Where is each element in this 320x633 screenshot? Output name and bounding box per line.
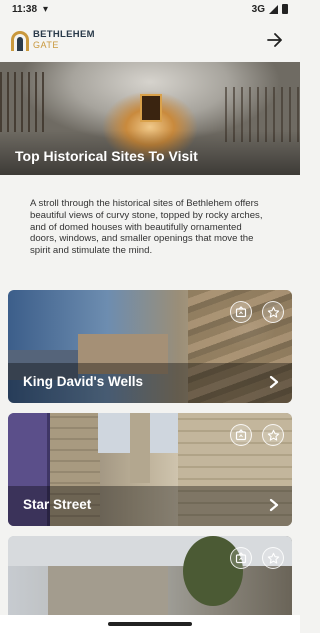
card-title: King David's Wells [23, 374, 143, 389]
site-card-star-street[interactable]: Star Street [8, 413, 292, 526]
microphone-icon: ▾ [43, 3, 49, 15]
battery-icon [282, 4, 288, 14]
logo-arch-icon [10, 29, 30, 51]
gallery-button[interactable] [230, 301, 252, 323]
logo-line1: BETHLEHEM [33, 29, 95, 40]
hero-icon-painting [140, 94, 162, 122]
forward-button[interactable] [264, 29, 286, 51]
hero-banner: Top Historical Sites To Visit [0, 62, 300, 175]
photo-frame-icon [235, 552, 247, 564]
chevron-right-icon [269, 375, 279, 389]
favorite-button[interactable] [262, 424, 284, 446]
app-header: BETHLEHEM GATE [0, 18, 300, 62]
signal-icon [269, 4, 278, 14]
star-icon [267, 552, 279, 564]
home-indicator[interactable] [108, 622, 192, 626]
arrow-right-icon [267, 33, 282, 47]
hero-image-detail [0, 72, 45, 132]
photo-frame-icon [235, 429, 247, 441]
favorite-button[interactable] [262, 547, 284, 569]
chevron-right-icon [269, 498, 279, 512]
status-indicators: 3G [252, 4, 288, 15]
star-icon [267, 429, 279, 441]
photo-frame-icon [235, 306, 247, 318]
page-title: Top Historical Sites To Visit [15, 148, 198, 164]
status-time: 11:38 [12, 3, 38, 15]
gesture-nav-bar [0, 615, 300, 633]
gallery-button[interactable] [230, 547, 252, 569]
favorite-button[interactable] [262, 301, 284, 323]
logo-line2: GATE [33, 40, 59, 50]
star-icon [267, 306, 279, 318]
gallery-button[interactable] [230, 424, 252, 446]
app-logo: BETHLEHEM GATE [33, 29, 95, 51]
site-card-king-davids-wells[interactable]: King David's Wells [8, 290, 292, 403]
status-bar: 11:38 ▾ 3G [0, 0, 300, 18]
intro-paragraph: A stroll through the historical sites of… [30, 198, 263, 257]
network-type: 3G [251, 3, 265, 15]
card-title: Star Street [23, 497, 92, 512]
